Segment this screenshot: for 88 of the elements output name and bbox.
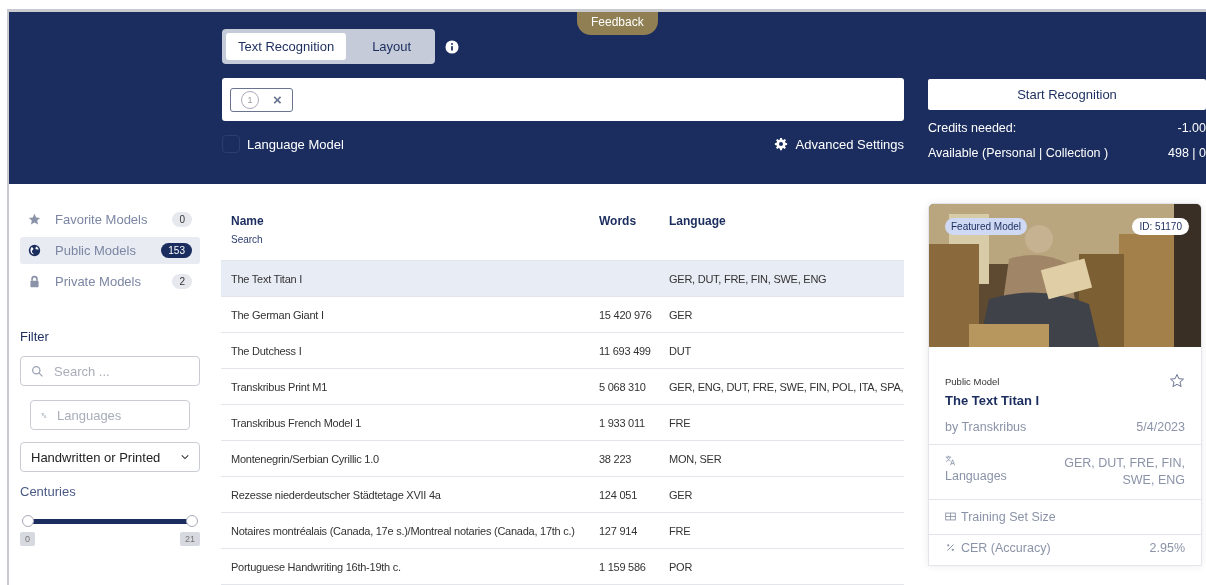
filter-heading: Filter — [20, 329, 50, 344]
table-row[interactable]: The Dutchess I 11 693 499 DUT — [221, 333, 904, 369]
model-date: 5/4/2023 — [1136, 420, 1185, 434]
cer-value: 2.95% — [1149, 540, 1185, 555]
featured-badge: Featured Model — [945, 218, 1028, 235]
table-cell-text: Transkribus Print M1 — [230, 380, 329, 393]
column-header[interactable]: Language — [669, 214, 904, 228]
table-row[interactable]: The Text Titan I GER, DUT, FRE, FIN, SWE, ENG — [221, 261, 904, 297]
table-cell: 15 420 976 — [599, 308, 652, 321]
languages-value: GER, DUT, FRE, FIN, SWE, ENG — [1063, 455, 1185, 489]
start-recognition-button[interactable]: Start Recognition — [928, 79, 1206, 110]
table-cell-text: GER, DUT, FRE, FIN, SWE, ENG — [669, 272, 828, 285]
training-set-label: Training Set Size — [961, 509, 1056, 524]
table-cell: GER, ENG, DUT, FRE, SWE, FIN, POL, ITA, SPA, — [669, 380, 904, 393]
globe-icon — [28, 244, 41, 257]
table-cell: 1 933 011 — [599, 416, 645, 429]
table-cell-text: The German Giant I — [230, 308, 325, 321]
count-badge: 0 — [172, 212, 192, 227]
table-cell-text: The Text Titan I — [230, 272, 303, 285]
slider-handle[interactable] — [22, 515, 34, 527]
advanced-settings-link[interactable]: Advanced Settings — [773, 136, 904, 152]
model-title: The Text Titan I — [945, 393, 1041, 408]
table-cell: 127 914 — [599, 524, 637, 537]
languages-field[interactable]: Languages — [30, 400, 190, 430]
table-cell: 1 159 586 — [599, 560, 646, 573]
gear-icon — [773, 137, 788, 151]
table-cell: 11 693 499 — [599, 344, 651, 357]
table-row[interactable]: Transkribus French Model 1 1 933 011 FRE — [221, 405, 904, 441]
feedback-tab[interactable]: Feedback — [577, 12, 658, 35]
percent-icon — [945, 543, 956, 553]
table-row[interactable]: Portuguese Handwriting 16th-19th c. 1 159 586 POR — [221, 549, 904, 585]
table-cell-text: FRE — [669, 416, 692, 429]
info-icon[interactable] — [445, 39, 460, 54]
model-input-field[interactable]: 1 × — [222, 78, 904, 121]
max-value-label: 21 — [180, 532, 200, 546]
chevron-down-icon — [181, 454, 189, 460]
column-header[interactable]: Words — [599, 214, 669, 228]
table-cell-text: Rezesse niederdeutscher Städtetage XVII 4a — [230, 488, 442, 501]
model-type: Public Model — [945, 375, 1000, 387]
centuries-heading: Centuries — [20, 484, 77, 499]
table-row[interactable]: Montenegrin/Serbian Cyrillic 1.0 38 223 MON, SER — [221, 441, 904, 477]
model-author: by Transkribus — [945, 420, 1027, 434]
table-cell-text: Notaires montréalais (Canada, 17e s.)/Montreal notaries (Canada, 17th c.) — [230, 524, 576, 537]
languages-label: Languages — [945, 469, 1007, 483]
table-row[interactable]: Rezesse niederdeutscher Städtetage XVII 4a 124 051 GER — [221, 477, 904, 513]
table-row[interactable]: Transkribus Print M1 5 068 310 GER, ENG, DUT, FRE, SWE, FIN, POL, ITA, SPA, — [221, 369, 904, 405]
table-cell-text: Transkribus French Model 1 — [230, 416, 363, 429]
checkbox-label: Language Model — [247, 136, 344, 152]
table-icon — [945, 512, 956, 522]
slider-handle[interactable] — [186, 515, 198, 527]
credits-value: -1.00 — [1177, 121, 1206, 135]
credits-label: Available (Personal | Collection ) — [928, 146, 1109, 160]
table-cell-text: Montenegrin/Serbian Cyrillic 1.0 — [230, 452, 380, 465]
search-icon — [31, 364, 44, 378]
table-cell-text: The Dutchess I — [230, 344, 303, 357]
mode-tab[interactable]: Text Recognition — [226, 33, 347, 60]
count-badge: 2 — [172, 274, 192, 289]
table-cell-text: Portuguese Handwriting 16th-19th c. — [230, 560, 402, 573]
column-header[interactable]: Name — [231, 214, 599, 228]
sidebar-item[interactable]: Public Models 153 — [20, 237, 200, 264]
mode-tab[interactable]: Layout — [352, 33, 432, 60]
table-cell-text: DUT — [669, 344, 692, 357]
min-value-label: 0 — [20, 532, 35, 546]
table-cell-text: GER — [669, 488, 694, 501]
table-cell: 5 068 310 — [599, 380, 646, 393]
sidebar-item[interactable]: Favorite Models 0 — [20, 206, 200, 233]
credits-label: Credits needed: — [928, 121, 1017, 135]
table-row[interactable]: Notaires montréalais (Canada, 17e s.)/Montreal notaries (Canada, 17th c.) 127 914 FRE — [221, 513, 904, 549]
id-badge: ID: 51170 — [1132, 218, 1189, 235]
star-icon — [28, 213, 41, 226]
table-cell: 124 051 — [599, 488, 637, 501]
search-field[interactable]: Search ... — [20, 356, 200, 386]
lock-icon — [28, 275, 41, 288]
remove-button[interactable]: × — [273, 91, 282, 108]
table-cell-text: POR — [669, 560, 694, 573]
credits-value: 498 | 0 — [1168, 146, 1206, 160]
star-icon[interactable] — [1169, 373, 1185, 389]
table-cell: 38 223 — [599, 452, 632, 465]
sidebar-item[interactable]: Private Models 2 — [20, 268, 200, 295]
table-cell-text: GER — [669, 308, 694, 321]
cer-label: CER (Accuracy) — [961, 540, 1051, 555]
translate-icon — [945, 455, 956, 466]
search-link[interactable]: Search — [231, 234, 599, 245]
table-row[interactable]: The German Giant I 15 420 976 GER — [221, 297, 904, 333]
table-cell-text: FRE — [669, 524, 692, 537]
table-cell-text: MON, SER — [669, 452, 723, 465]
type-dropdown[interactable]: Handwritten or Printed — [20, 442, 200, 472]
count-badge: 153 — [161, 243, 192, 258]
